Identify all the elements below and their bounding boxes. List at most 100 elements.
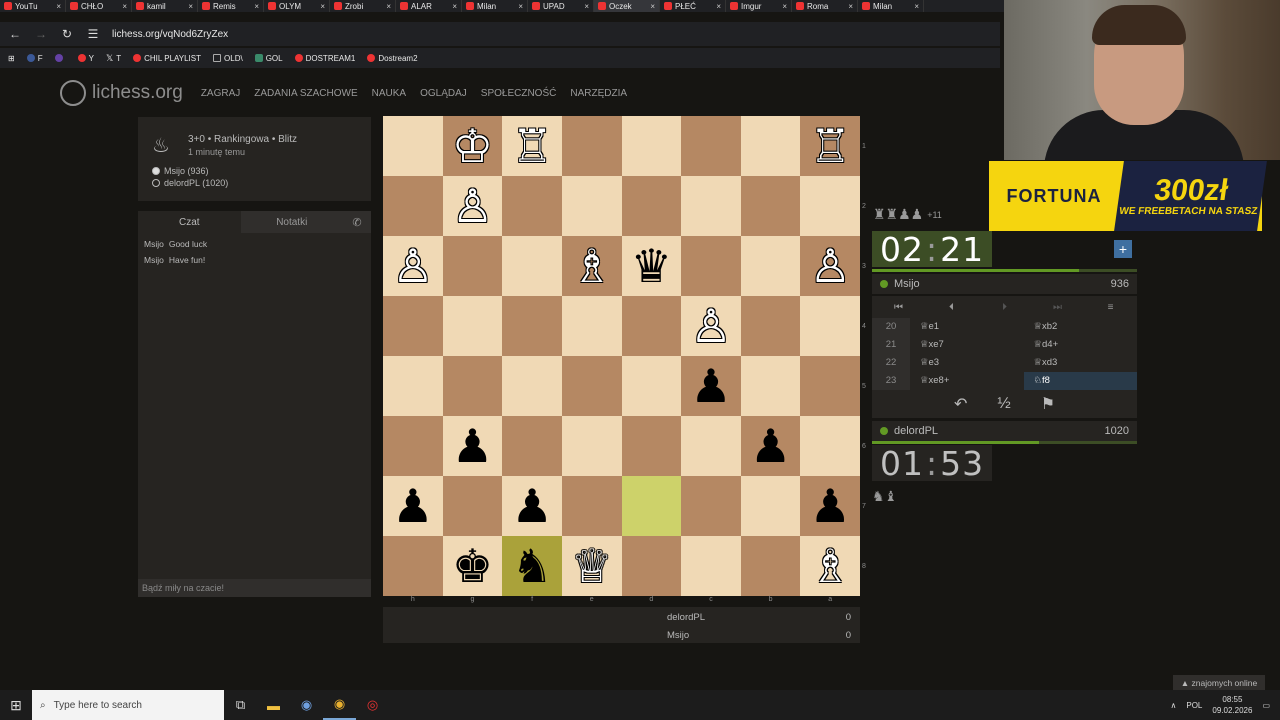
browser-tab[interactable]: kamil × [132,0,198,12]
chess-piece[interactable]: ♗ [810,543,851,589]
board-square[interactable] [621,356,682,416]
board-square[interactable] [561,296,622,356]
next-move-icon[interactable]: ⏵ [978,302,1031,313]
board-square[interactable]: ♙ [442,176,503,236]
browser-tab[interactable]: Roma × [792,0,858,12]
friends-online-button[interactable]: ▲ znajomych online [1173,675,1265,691]
board-square[interactable] [681,476,741,536]
forward-icon[interactable]: → [34,27,48,41]
board-square[interactable] [383,296,443,356]
file-explorer-icon[interactable]: ▬ [257,690,290,720]
black-move[interactable]: ♕d4+ [1024,336,1138,354]
board-square[interactable] [800,296,860,356]
chess-piece[interactable]: ♙ [690,303,731,349]
bookmark-item[interactable]: 𝕏T [106,53,121,64]
chess-piece[interactable]: ♛ [631,243,672,289]
board-square[interactable] [502,296,562,356]
board-square[interactable] [442,296,503,356]
chess-piece[interactable]: ♕ [571,543,612,589]
bookmark-item[interactable]: CHIL PLAYLIST [133,54,201,63]
board-square[interactable] [621,536,682,596]
board-square[interactable] [681,176,741,236]
chess-piece[interactable]: ♖ [810,123,851,169]
chess-piece[interactable]: ♔ [452,123,493,169]
last-move-icon[interactable]: ⏭ [1031,302,1084,313]
close-tab-icon[interactable]: × [56,2,61,11]
close-tab-icon[interactable]: × [650,2,655,11]
bookmark-item[interactable]: Dostream2 [367,54,418,63]
black-move[interactable]: ♕xd3 [1024,354,1138,372]
board-square[interactable] [740,236,801,296]
chess-piece[interactable]: ♟ [750,423,791,469]
board-square[interactable]: ♗ [800,536,860,596]
black-move[interactable]: ♘f8 [1023,372,1137,390]
nav-item[interactable]: ZAGRAJ [201,88,240,99]
board-square[interactable] [681,416,741,476]
apps-grid-icon[interactable]: ⊞ [8,54,15,63]
board-square[interactable]: ♞ [502,536,562,596]
board-square[interactable] [740,536,801,596]
nav-item[interactable]: ZADANIA SZACHOWE [254,88,357,99]
board-square[interactable] [561,476,622,536]
lichess-logo[interactable]: lichess.org [60,80,183,106]
board-square[interactable] [740,476,801,536]
board-square[interactable]: ♟ [383,476,443,536]
board-square[interactable] [383,116,443,176]
board-square[interactable] [502,236,562,296]
bookmark-item[interactable]: DOSTREAM1 [294,54,355,63]
reload-icon[interactable]: ↻ [60,27,74,41]
close-tab-icon[interactable]: × [452,2,457,11]
chrome-icon[interactable]: ◉ [323,690,356,720]
board-square[interactable] [502,176,562,236]
close-tab-icon[interactable]: × [848,2,853,11]
prev-move-icon[interactable]: ⏴ [925,302,978,313]
board-square[interactable] [740,116,801,176]
board-square[interactable]: ♙ [800,236,860,296]
browser-tab[interactable]: CHŁO × [66,0,132,12]
board-square[interactable]: ♖ [800,116,860,176]
browser-tab[interactable]: Oczek × [594,0,660,12]
board-square[interactable]: ♙ [681,296,741,356]
board-square[interactable] [442,476,503,536]
white-move[interactable]: ♕xe8+ [910,372,1024,390]
board-square[interactable] [561,416,622,476]
nav-item[interactable]: NAUKA [372,88,406,99]
board-square[interactable]: ♙ [383,236,443,296]
lichess-app-icon[interactable]: ◎ [356,690,389,720]
board-square[interactable] [561,176,622,236]
offer-draw-button[interactable]: ½ [997,395,1010,413]
chess-piece[interactable]: ♙ [392,243,433,289]
chess-piece[interactable]: ♞ [511,543,552,589]
board-square[interactable] [800,356,860,416]
chat-user[interactable]: Msijo [144,239,164,249]
chess-piece[interactable]: ♗ [571,243,612,289]
chess-piece[interactable]: ♟ [511,483,552,529]
menu-icon[interactable]: ≡ [1084,302,1137,313]
browser-tab[interactable]: Milan × [858,0,924,12]
tray-chevron-icon[interactable]: ∧ [1171,701,1177,710]
bookmark-item[interactable]: GOL [254,54,283,63]
site-info-icon[interactable]: ☰ [86,27,100,41]
back-icon[interactable]: ← [8,27,22,41]
white-player[interactable]: Msijo (936) [164,166,209,176]
browser-tab[interactable]: Zrobi × [330,0,396,12]
board-square[interactable] [621,476,682,536]
notifications-icon[interactable]: ▭ [1262,701,1270,710]
board-square[interactable] [383,176,443,236]
board-square[interactable] [681,536,741,596]
chrome-profile-icon[interactable]: ◉ [290,690,323,720]
url-field[interactable]: lichess.org/vqNod6ZryZex [112,29,228,40]
close-tab-icon[interactable]: × [914,2,919,11]
chess-piece[interactable]: ♖ [511,123,552,169]
taskbar-search[interactable]: ⌕ Type here to search [32,690,224,720]
browser-tab[interactable]: UPAD × [528,0,594,12]
black-player[interactable]: delordPL (1020) [164,178,228,188]
black-move[interactable]: ♕xb2 [1024,318,1138,336]
language-indicator[interactable]: POL [1186,701,1202,710]
chess-piece[interactable]: ♟ [392,483,433,529]
white-move[interactable]: ♕e3 [910,354,1024,372]
resign-flag-icon[interactable]: ⚑ [1041,394,1055,414]
board-square[interactable]: ♕ [561,536,622,596]
board-square[interactable] [502,416,562,476]
close-tab-icon[interactable]: × [320,2,325,11]
